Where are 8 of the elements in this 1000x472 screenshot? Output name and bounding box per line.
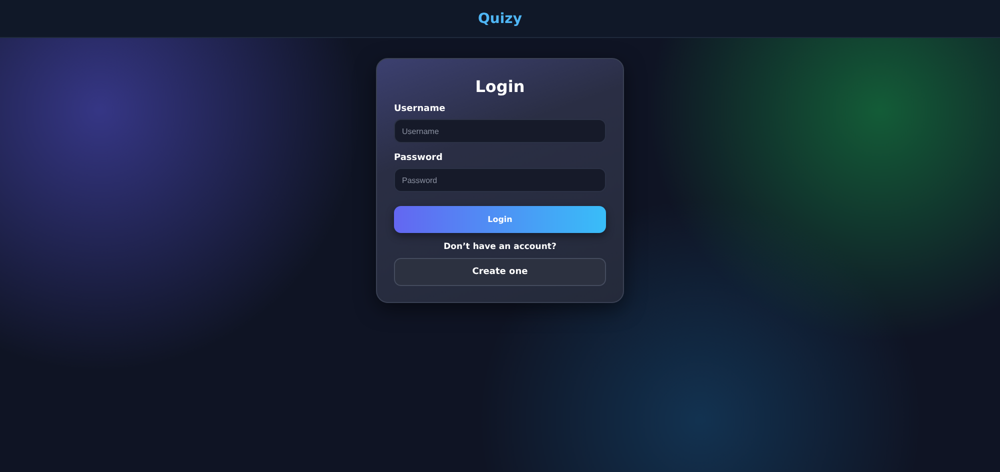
input-field[interactable]: Password [394,168,606,192]
create-account-button[interactable]: Create one [394,258,606,286]
input-field[interactable]: Username [394,119,606,143]
card-title: Login [474,77,526,96]
field-label: Username [394,104,446,114]
brand-title[interactable]: Quizy [478,10,522,26]
account-prompt: Don’t have an account? [442,242,558,252]
field-label: Password [394,153,444,163]
